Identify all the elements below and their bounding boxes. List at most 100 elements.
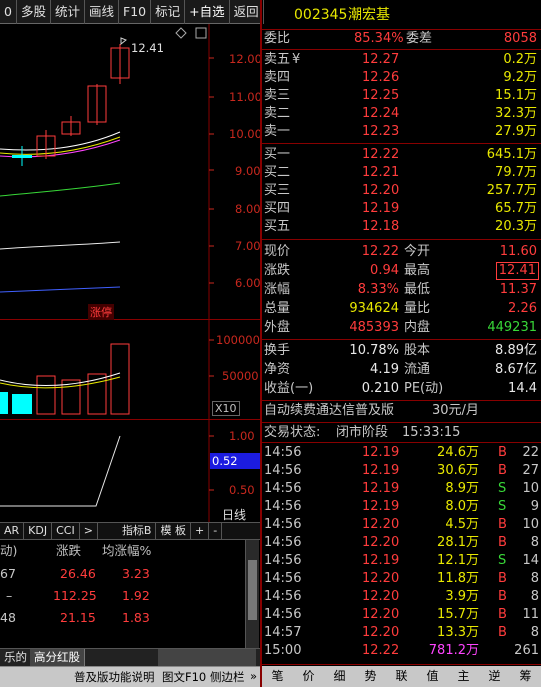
ask-row[interactable]: 卖一 12.23 27.9万	[262, 123, 541, 141]
tick-row[interactable]: 15:00 12.22 781.2万 261	[262, 642, 541, 660]
tab-chips[interactable]: 筹	[510, 666, 541, 687]
zoom-out-button[interactable]: -	[209, 523, 223, 539]
tick-row[interactable]: 14:56 12.20 4.5万 B 10	[262, 516, 541, 534]
indicator-chart[interactable]: 1.00 0.50 0.52 日线	[0, 420, 260, 522]
tab-high-dividend[interactable]: 高分红股	[30, 649, 85, 666]
list-item[interactable]: – 112.25 1.92	[0, 585, 245, 607]
y-tick: 12.00	[229, 52, 262, 66]
toolbar-add-watchlist[interactable]: +自选	[185, 0, 230, 24]
tick-row[interactable]: 14:57 12.20 13.3万 B 8	[262, 624, 541, 642]
tab-indicator-b[interactable]: 指标B	[118, 523, 157, 539]
bid-row[interactable]: 买二 12.21 79.7万	[262, 164, 541, 182]
tab-price[interactable]: 价	[293, 666, 324, 687]
toolbar-draw-line[interactable]: 画线	[85, 0, 119, 24]
tab-sector[interactable]: 乐的	[0, 649, 32, 666]
tick-count: 8	[530, 589, 539, 604]
toolbar-f10[interactable]: F10	[119, 0, 152, 24]
ask-row[interactable]: 卖二 12.24 32.3万	[262, 105, 541, 123]
zoom-in-button[interactable]: +	[191, 523, 210, 539]
tab-cci[interactable]: CCI	[52, 523, 80, 539]
tick-row[interactable]: 14:56 12.20 15.7万 B 11	[262, 606, 541, 624]
tick-volume: 15.7万	[437, 607, 479, 622]
tick-row[interactable]: 14:56 12.20 28.1万 B 8	[262, 534, 541, 552]
tick-count: 14	[522, 553, 539, 568]
y-tick: 11.00	[229, 90, 262, 104]
tab-kdj[interactable]: KDJ	[24, 523, 53, 539]
expand-icon[interactable]: »	[250, 669, 257, 683]
tick-direction: B	[498, 535, 507, 550]
tab-trend[interactable]: 势	[355, 666, 386, 687]
list-item[interactable]: 48 21.15 1.83	[0, 607, 245, 629]
tick-row[interactable]: 14:56 12.19 30.6万 B 27	[262, 462, 541, 480]
promo-banner[interactable]: 自动续费通达信普及版 30元/月	[262, 402, 541, 420]
tick-row[interactable]: 14:56 12.20 11.8万 B 8	[262, 570, 541, 588]
ask-row[interactable]: 卖三 12.25 15.1万	[262, 87, 541, 105]
help-link[interactable]: 普及版功能说明	[74, 669, 155, 685]
stat-row: 现价 12.22 今开 11.60	[264, 244, 537, 259]
sidebar-link[interactable]: 侧边栏	[210, 669, 245, 685]
tab-value[interactable]: 值	[417, 666, 448, 687]
stock-name: 潮宏基	[348, 7, 390, 23]
volume-chart[interactable]: 100000 50000 X10	[0, 320, 260, 420]
stat-row: 涨跌 0.94 最高 12.41	[262, 262, 541, 280]
tab-more[interactable]: >	[80, 523, 98, 539]
toolbar-mark[interactable]: 标记	[151, 0, 186, 24]
toolbar-back[interactable]: 返回	[230, 0, 264, 24]
limit-up-tag: 涨停	[88, 304, 114, 320]
tick-row[interactable]: 14:56 12.19 24.6万 B 22	[262, 444, 541, 462]
bid-row[interactable]: 买一 12.22 645.1万	[262, 146, 541, 164]
vol-tick: 50000	[222, 369, 259, 383]
stat-row: 收益(一) 0.210 PE(动) 14.4	[264, 381, 537, 396]
toolbar-item-0[interactable]: 0	[0, 0, 17, 24]
tick-time: 14:56	[264, 445, 302, 460]
tick-price: 12.20	[362, 571, 400, 586]
price-chart[interactable]: 12.41 12.00 11.00 10.00 9.00 8.00 7.00 6…	[0, 24, 262, 320]
tick-time: 14:56	[264, 607, 302, 622]
indicator-current-value: 0.52	[210, 453, 260, 469]
tick-count: 8	[530, 535, 539, 550]
bid-row[interactable]: 买四 12.19 65.7万	[262, 200, 541, 218]
list-scrollbar[interactable]	[245, 540, 259, 648]
horizontal-scrollbar[interactable]	[158, 649, 256, 666]
period-label[interactable]: 日线	[222, 506, 246, 523]
detail-tabs: 笔 价 细 势 联 值 主 逆 筹	[260, 666, 541, 687]
bid-row[interactable]: 买五 12.18 20.3万	[262, 218, 541, 236]
scrollbar-thumb[interactable]	[248, 560, 257, 620]
y-tick: 9.00	[235, 164, 261, 178]
ind-tick: 1.00	[229, 429, 255, 443]
tick-row[interactable]: 14:56 12.19 12.1万 S 14	[262, 552, 541, 570]
list-item[interactable]: 67 26.46 3.23	[0, 563, 245, 585]
tab-main[interactable]: 主	[448, 666, 479, 687]
tab-ar[interactable]: AR	[0, 523, 25, 539]
tab-related[interactable]: 联	[386, 666, 417, 687]
tab-detail[interactable]: 细	[324, 666, 355, 687]
stock-code: 002345	[294, 7, 348, 23]
trade-status: 交易状态: 闭市阶段 15:33:15	[264, 425, 461, 440]
tick-direction: S	[498, 553, 507, 568]
tick-price: 12.19	[362, 481, 400, 496]
tick-row[interactable]: 14:56 12.20 3.9万 B 8	[262, 588, 541, 606]
tick-price: 12.19	[362, 499, 400, 514]
f10-link[interactable]: 图文F10	[162, 669, 206, 685]
tick-price: 12.19	[362, 553, 400, 568]
tick-price: 12.20	[362, 535, 400, 550]
list-header: 动) 涨跌 均涨幅%	[0, 540, 245, 562]
ask-row[interactable]: 卖五 ¥ 12.27 0.2万	[262, 51, 541, 69]
tab-template[interactable]: 模 板	[156, 523, 191, 539]
tick-direction: B	[498, 625, 507, 640]
bid-row[interactable]: 买三 12.20 257.7万	[262, 182, 541, 200]
stat-row: 净资 4.19 流通 8.67亿	[264, 362, 537, 377]
quote-panel: 002345 潮宏基 委比 85.34% 委差 8058 卖五 ¥ 12.27 …	[260, 0, 541, 666]
tick-time: 14:56	[264, 535, 302, 550]
tab-reverse[interactable]: 逆	[479, 666, 510, 687]
y-tick: 7.00	[235, 239, 261, 253]
tick-row[interactable]: 14:56 12.19 8.9万 S 10	[262, 480, 541, 498]
tick-row[interactable]: 14:56 12.19 8.0万 S 9	[262, 498, 541, 516]
tick-direction: B	[498, 571, 507, 586]
ask-row[interactable]: 卖四 12.26 9.2万	[262, 69, 541, 87]
tick-price: 12.20	[362, 625, 400, 640]
tick-volume: 28.1万	[437, 535, 479, 550]
toolbar-statistics[interactable]: 统计	[51, 0, 85, 24]
tab-tick[interactable]: 笔	[262, 666, 293, 687]
toolbar-multi-stock[interactable]: 多股	[17, 0, 51, 24]
